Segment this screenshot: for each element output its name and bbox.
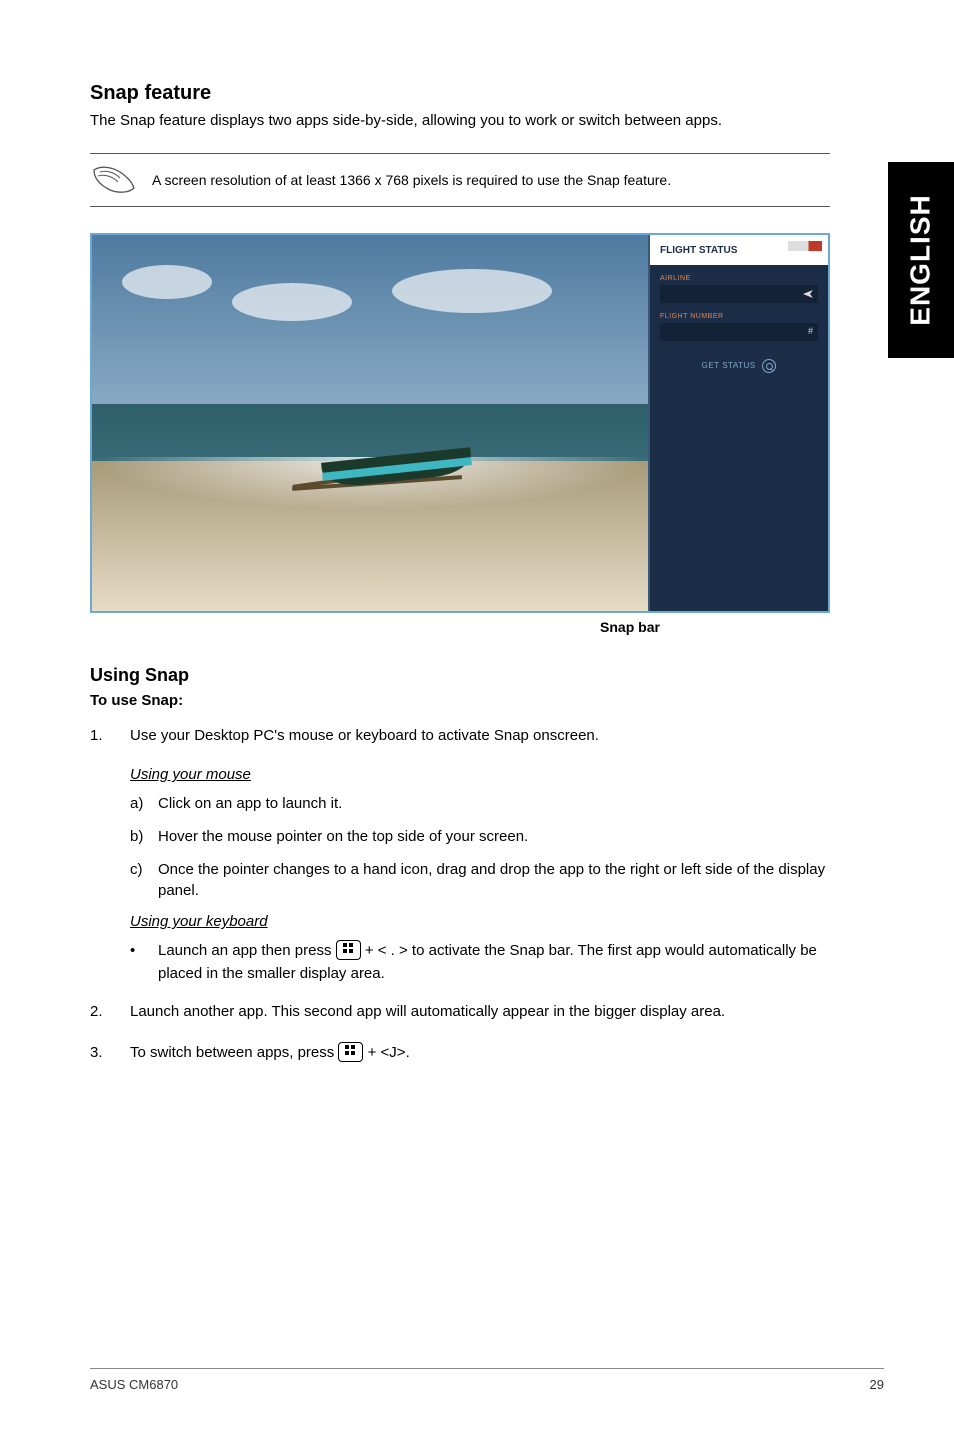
language-side-tab: ENGLISH	[888, 162, 954, 358]
step-3-text: To switch between apps, press + <J>.	[130, 1042, 830, 1063]
step-3: 3. To switch between apps, press + <J>.	[90, 1042, 830, 1063]
flight-number-field-label: FLIGHT NUMBER	[660, 313, 818, 320]
screenshot-right-app: FLIGHT STATUS AIRLINE FLIGHT NUMBER # GE…	[650, 235, 828, 611]
mouse-step-c: c)Once the pointer changes to a hand ico…	[130, 859, 830, 901]
search-icon	[762, 359, 776, 373]
mouse-steps-list: a)Click on an app to launch it. b)Hover …	[130, 793, 830, 901]
mouse-step-c-text: Once the pointer changes to a hand icon,…	[158, 859, 830, 901]
mouse-step-a-text: Click on an app to launch it.	[158, 793, 830, 814]
screenshot-left-app	[92, 235, 650, 611]
footer-product-name: ASUS CM6870	[90, 1377, 178, 1392]
to-use-snap-label: To use Snap:	[90, 692, 830, 709]
note-text: A screen resolution of at least 1366 x 7…	[152, 172, 671, 188]
window-controls-icon	[788, 241, 822, 251]
flight-status-titlebar: FLIGHT STATUS	[650, 235, 828, 265]
using-snap-heading: Using Snap	[90, 665, 830, 686]
get-status-label: GET STATUS	[702, 361, 756, 370]
step-2: 2. Launch another app. This second app w…	[90, 1001, 830, 1022]
note-block: A screen resolution of at least 1366 x 7…	[90, 153, 830, 207]
step-3-number: 3.	[90, 1042, 130, 1063]
using-keyboard-subhead: Using your keyboard	[130, 913, 830, 930]
page-content: Snap feature The Snap feature displays t…	[90, 82, 830, 1083]
airplane-icon	[802, 288, 814, 300]
step-3-pre: To switch between apps, press	[130, 1044, 338, 1061]
using-mouse-subhead: Using your mouse	[130, 766, 830, 783]
mouse-step-b-text: Hover the mouse pointer on the top side …	[158, 826, 830, 847]
language-side-tab-label: ENGLISH	[905, 194, 937, 325]
airline-field-label: AIRLINE	[660, 275, 818, 282]
step-2-number: 2.	[90, 1001, 130, 1022]
flight-number-placeholder: #	[808, 326, 813, 336]
page-footer: ASUS CM6870 29	[90, 1368, 884, 1392]
section-heading-snap-feature: Snap feature	[90, 82, 830, 105]
flight-status-title: FLIGHT STATUS	[660, 245, 737, 256]
windows-key-icon	[336, 940, 361, 960]
windows-key-icon	[338, 1042, 363, 1062]
snap-screenshot: FLIGHT STATUS AIRLINE FLIGHT NUMBER # GE…	[90, 233, 830, 613]
airline-input	[660, 285, 818, 303]
footer-page-number: 29	[870, 1377, 884, 1392]
get-status-button: GET STATUS	[660, 359, 818, 373]
step-2-text: Launch another app. This second app will…	[130, 1001, 830, 1022]
boat-illustration	[292, 415, 502, 505]
intro-paragraph: The Snap feature displays two apps side-…	[90, 111, 830, 131]
keyboard-bullet-pre: Launch an app then press	[158, 942, 336, 959]
step-1-number: 1.	[90, 725, 130, 746]
mouse-step-a: a)Click on an app to launch it.	[130, 793, 830, 814]
mouse-step-b: b)Hover the mouse pointer on the top sid…	[130, 826, 830, 847]
step-3-post: + <J>.	[368, 1044, 410, 1061]
keyboard-bullet: • Launch an app then press + < . > to ac…	[130, 940, 830, 985]
snap-bar-caption: Snap bar	[570, 619, 690, 635]
step-1: 1. Use your Desktop PC's mouse or keyboa…	[90, 725, 830, 746]
step-1-text: Use your Desktop PC's mouse or keyboard …	[130, 725, 830, 746]
hand-note-icon	[90, 164, 136, 196]
flight-number-input: #	[660, 323, 818, 341]
